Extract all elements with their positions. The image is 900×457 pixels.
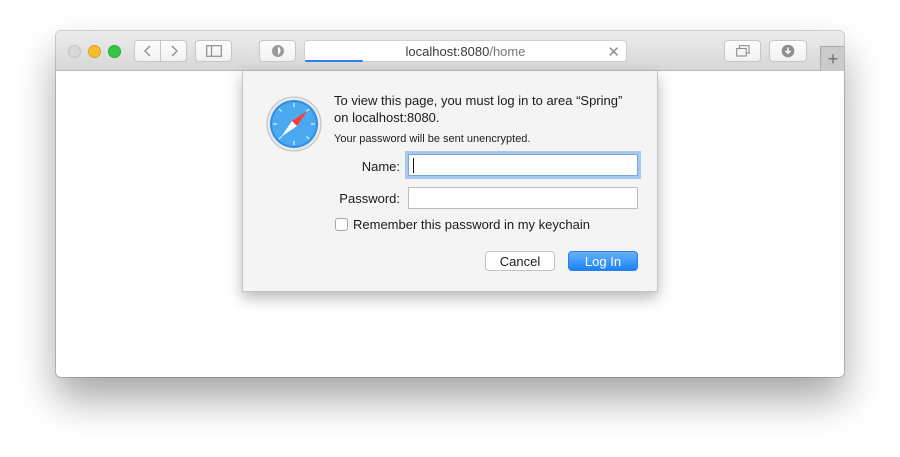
unencrypted-warning: Your password will be sent unencrypted. [334,133,531,145]
safari-compass-icon [266,96,322,152]
address-bar[interactable]: localhost:8080/home ✕ [304,40,627,62]
remember-password-label: Remember this password in my keychain [353,217,590,232]
password-label: Password: [339,191,400,206]
sidebar-toggle-button[interactable] [195,40,232,62]
downloads-button[interactable] [769,40,807,62]
back-button[interactable] [134,40,161,62]
sidebar-icon [205,45,222,57]
privacy-report-button[interactable] [259,40,296,62]
new-tab-button[interactable]: + [820,46,844,71]
text-cursor [413,158,414,173]
navigation-buttons [134,40,188,62]
stop-loading-icon[interactable]: ✕ [607,43,620,61]
url-path: /home [489,43,526,59]
name-label: Name: [361,159,400,174]
shield-icon [271,45,284,57]
download-icon [781,44,795,58]
chevron-right-icon [171,45,178,57]
browser-toolbar: localhost:8080/home ✕ + [56,31,844,71]
chevron-left-icon [143,45,150,57]
remember-password-option[interactable]: Remember this password in my keychain [335,217,590,232]
login-dialog: To view this page, you must log in to ar… [242,71,658,292]
log-in-button[interactable]: Log In [568,251,638,271]
remember-password-checkbox[interactable] [335,218,348,231]
forward-button[interactable] [160,40,187,62]
url-host: localhost:8080 [405,43,490,59]
dialog-message: To view this page, you must log in to ar… [334,93,623,125]
show-tabs-button[interactable] [724,40,761,62]
name-field[interactable] [408,154,638,176]
password-field[interactable] [408,187,638,209]
page-load-progress [305,60,363,62]
close-window-button[interactable] [68,45,81,58]
plus-icon: + [827,48,839,69]
maximize-window-button[interactable] [108,45,121,58]
minimize-window-button[interactable] [88,45,101,58]
tabs-icon [735,45,750,57]
cancel-button[interactable]: Cancel [485,251,555,271]
